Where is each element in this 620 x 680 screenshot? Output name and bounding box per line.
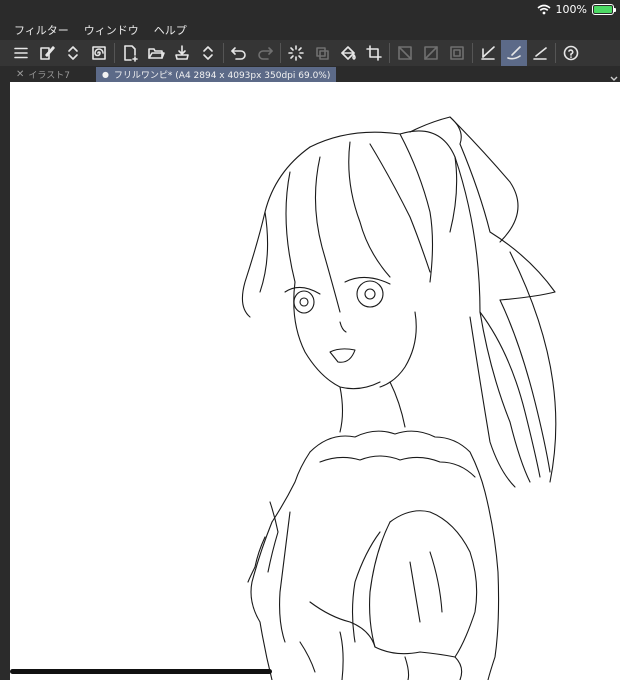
status-bar: 100% [0, 0, 620, 20]
command-bar [0, 40, 620, 66]
up-down-chevron-icon[interactable] [60, 40, 86, 66]
help-icon[interactable] [558, 40, 584, 66]
open-folder-icon[interactable] [143, 40, 169, 66]
tab-illust7[interactable]: ✕ イラスト7 [10, 67, 76, 82]
tab-frill-dress[interactable]: ● フリルワンピ* (A4 2894 x 4093px 350dpi 69.0%… [95, 67, 337, 82]
undo-icon[interactable] [226, 40, 252, 66]
new-canvas-icon[interactable] [117, 40, 143, 66]
tab-label: イラスト7 [28, 71, 70, 81]
battery-percent: 100% [555, 3, 587, 16]
pen-stroke-icon[interactable] [501, 40, 527, 66]
edit-layer-icon[interactable] [34, 40, 60, 66]
spinner-icon[interactable] [283, 40, 309, 66]
battery-icon [592, 4, 616, 15]
drawing-canvas[interactable] [10, 82, 620, 680]
chevron-down-icon[interactable] [610, 68, 618, 81]
status-indicators: 100% [537, 3, 616, 16]
unsaved-dot-icon: ● [101, 70, 109, 79]
ruler-pen-icon[interactable] [475, 40, 501, 66]
hamburger-icon[interactable] [8, 40, 34, 66]
selection-border-icon[interactable] [444, 40, 470, 66]
canvas-area [0, 82, 620, 680]
menu-bar: フィルター ウィンドウ ヘルプ [0, 20, 620, 40]
save-icon[interactable] [169, 40, 195, 66]
menu-help[interactable]: ヘルプ [154, 22, 187, 38]
menu-window[interactable]: ウィンドウ [84, 22, 139, 38]
transform-icon[interactable] [309, 40, 335, 66]
line-stroke-icon[interactable] [527, 40, 553, 66]
battery-fill [594, 6, 612, 13]
selection-invert-icon[interactable] [418, 40, 444, 66]
close-icon[interactable]: ✕ [16, 69, 24, 80]
tab-label: フリルワンピ* (A4 2894 x 4093px 350dpi 69.0%) [113, 71, 331, 81]
fill-bucket-icon[interactable] [335, 40, 361, 66]
line-art-illustration [241, 116, 557, 680]
redo-icon[interactable] [252, 40, 278, 66]
document-tab-bar: ✕ イラスト7 ● フリルワンピ* (A4 2894 x 4093px 350d… [0, 66, 620, 82]
selection-clear-icon[interactable] [392, 40, 418, 66]
up-down-chevron-icon[interactable] [195, 40, 221, 66]
crop-icon[interactable] [361, 40, 387, 66]
menu-filter[interactable]: フィルター [14, 22, 69, 38]
spiral-app-icon[interactable] [86, 40, 112, 66]
wifi-icon [537, 4, 551, 15]
home-indicator [10, 669, 272, 674]
